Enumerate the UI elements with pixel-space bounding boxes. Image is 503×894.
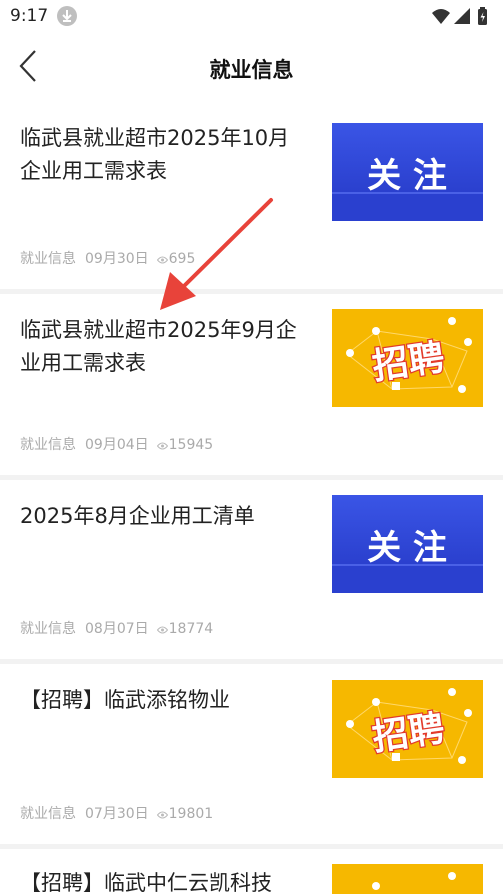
follow-text: 关 注 [367, 528, 447, 568]
article-card[interactable]: 临武县就业超市2025年10月企业用工需求表 就业信息 09月30日 695 关 注 [0, 102, 503, 289]
article-category: 就业信息 [20, 806, 76, 822]
eye-icon [156, 256, 168, 264]
follow-text: 关 注 [367, 156, 447, 196]
article-title: 临武县就业超市2025年9月企业用工需求表 [20, 318, 297, 375]
recruit-thumbnail: 招聘 [332, 680, 483, 778]
article-category: 就业信息 [20, 621, 76, 637]
article-date: 08月07日 [85, 621, 149, 637]
article-card[interactable]: 【招聘】临武中仁云凯科技 [0, 849, 503, 894]
eye-icon [156, 442, 168, 450]
nav-bar: 就业信息 [0, 32, 503, 102]
article-views: 15945 [168, 437, 214, 453]
article-meta: 就业信息 09月30日 695 [20, 248, 195, 268]
wifi-icon [432, 9, 450, 24]
article-card[interactable]: 临武县就业超市2025年9月企业用工需求表 就业信息 09月04日 15945 招聘 [0, 294, 503, 475]
battery-charging-icon [478, 7, 487, 25]
article-date: 09月04日 [85, 437, 149, 453]
follow-thumbnail: 关 注 [332, 495, 483, 593]
article-card[interactable]: 2025年8月企业用工清单 就业信息 08月07日 18774 关 注 [0, 480, 503, 659]
article-meta: 就业信息 08月07日 18774 [20, 618, 213, 638]
article-title: 【招聘】临武添铭物业 [20, 688, 230, 712]
article-views: 695 [168, 251, 196, 267]
article-title: 临武县就业超市2025年10月企业用工需求表 [20, 126, 290, 183]
article-views: 19801 [168, 806, 214, 822]
status-time: 9:17 [10, 6, 49, 26]
status-icons [431, 6, 493, 26]
article-views: 18774 [168, 621, 214, 637]
download-icon [57, 6, 77, 26]
recruit-thumbnail [332, 864, 483, 894]
page-title: 就业信息 [209, 58, 294, 82]
article-date: 09月30日 [85, 251, 149, 267]
article-card[interactable]: 【招聘】临武添铭物业 就业信息 07月30日 19801 招聘 [0, 664, 503, 844]
cellular-signal-icon [454, 8, 470, 24]
status-bar: 9:17 [0, 0, 503, 32]
article-title: 【招聘】临武中仁云凯科技 [20, 871, 272, 894]
article-title: 2025年8月企业用工清单 [20, 504, 255, 528]
article-category: 就业信息 [20, 251, 76, 267]
article-meta: 就业信息 07月30日 19801 [20, 803, 213, 823]
article-category: 就业信息 [20, 437, 76, 453]
follow-thumbnail: 关 注 [332, 123, 483, 221]
eye-icon [156, 626, 168, 634]
recruit-thumbnail: 招聘 [332, 309, 483, 407]
eye-icon [156, 811, 168, 819]
article-date: 07月30日 [85, 806, 149, 822]
article-meta: 就业信息 09月04日 15945 [20, 434, 213, 454]
